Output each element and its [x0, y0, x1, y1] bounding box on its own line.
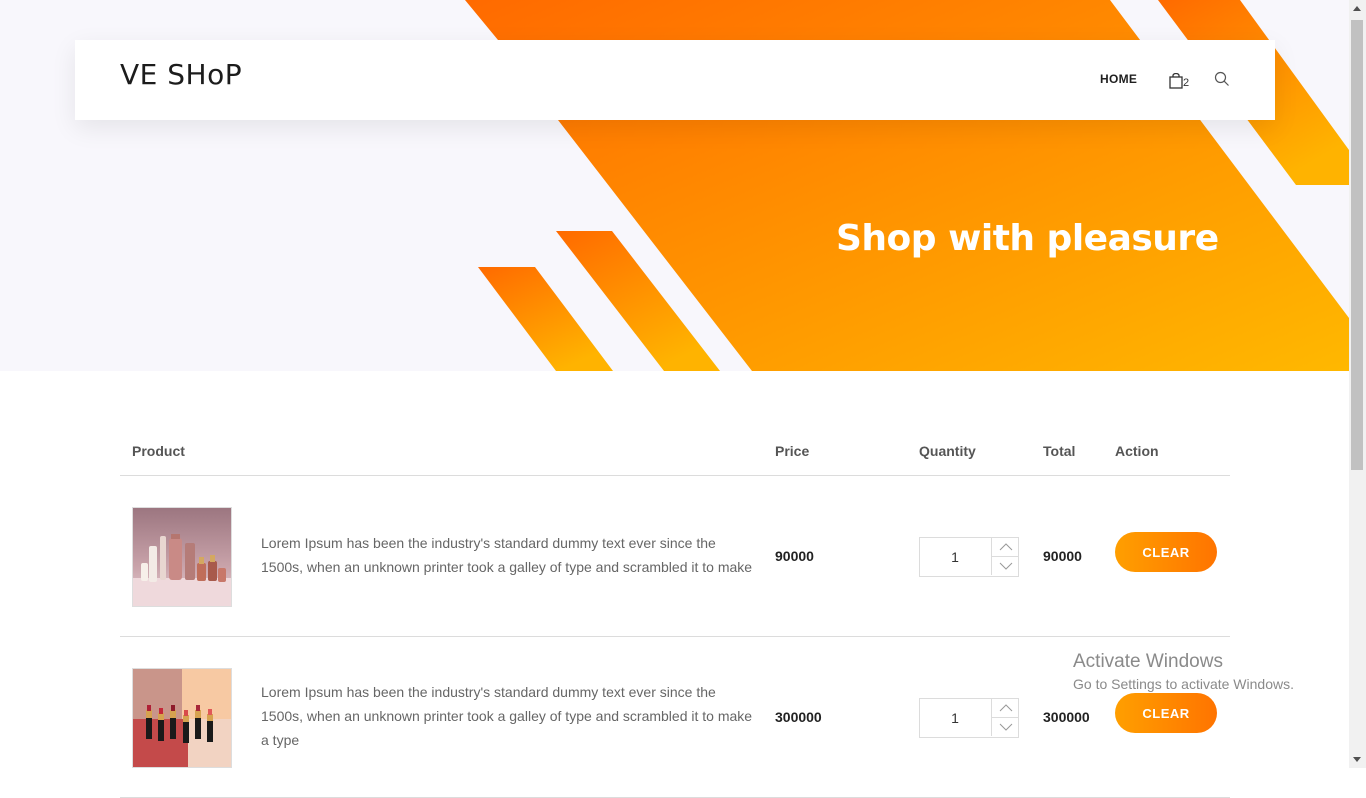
search-icon — [1214, 71, 1229, 86]
cart-button[interactable]: 2 — [1169, 71, 1189, 89]
table-row: Lorem Ipsum has been the industry's stan… — [120, 637, 1230, 798]
quantity-decrement-button[interactable] — [991, 718, 1019, 736]
product-description: Lorem Ipsum has been the industry's stan… — [261, 535, 753, 575]
watermark-subtitle: Go to Settings to activate Windows. — [1073, 676, 1294, 692]
hero-heading: Shop with pleasure — [836, 218, 1219, 259]
product-total: 90000 — [1043, 548, 1082, 564]
header-quantity: Quantity — [919, 443, 976, 459]
table-header: Product Price Quantity Total Action — [120, 426, 1230, 476]
header-product: Product — [132, 443, 185, 459]
product-price: 90000 — [775, 548, 814, 564]
quantity-input[interactable] — [920, 538, 990, 576]
product-description: Lorem Ipsum has been the industry's stan… — [261, 684, 753, 748]
cart-table: Product Price Quantity Total Action Lore… — [120, 426, 1230, 798]
top-navbar: VE SHoP HOME 2 — [75, 40, 1275, 120]
quantity-increment-button[interactable] — [991, 538, 1019, 557]
chevron-down-icon — [999, 562, 1012, 570]
vertical-scrollbar[interactable] — [1349, 0, 1366, 768]
table-row: Lorem Ipsum has been the industry's stan… — [120, 476, 1230, 637]
search-button[interactable] — [1214, 71, 1230, 92]
bag-icon — [1169, 73, 1183, 89]
scroll-up-arrow-icon[interactable] — [1353, 6, 1361, 11]
chevron-up-icon — [999, 704, 1012, 712]
watermark-title: Activate Windows — [1073, 651, 1223, 672]
nav-home-link[interactable]: HOME — [1100, 72, 1137, 86]
cart-count-badge: 2 — [1183, 77, 1190, 89]
windows-activation-watermark: Activate Windows Go to Settings to activ… — [1073, 651, 1294, 692]
product-price: 300000 — [775, 709, 822, 725]
brand-logo[interactable]: VE SHoP — [120, 58, 242, 91]
product-image — [132, 668, 232, 768]
quantity-stepper[interactable] — [919, 698, 1019, 738]
header-price: Price — [775, 443, 810, 459]
quantity-input[interactable] — [920, 699, 990, 737]
header-total: Total — [1043, 443, 1076, 459]
scroll-down-arrow-icon[interactable] — [1353, 757, 1361, 762]
chevron-down-icon — [999, 723, 1012, 731]
quantity-stepper[interactable] — [919, 537, 1019, 577]
product-image — [132, 507, 232, 607]
quantity-increment-button[interactable] — [991, 699, 1019, 718]
chevron-up-icon — [999, 543, 1012, 551]
scroll-thumb[interactable] — [1351, 20, 1363, 470]
product-total: 300000 — [1043, 709, 1090, 725]
clear-button[interactable]: CLEAR — [1115, 693, 1217, 733]
header-action: Action — [1115, 443, 1159, 459]
quantity-decrement-button[interactable] — [991, 557, 1019, 575]
clear-button[interactable]: CLEAR — [1115, 532, 1217, 572]
